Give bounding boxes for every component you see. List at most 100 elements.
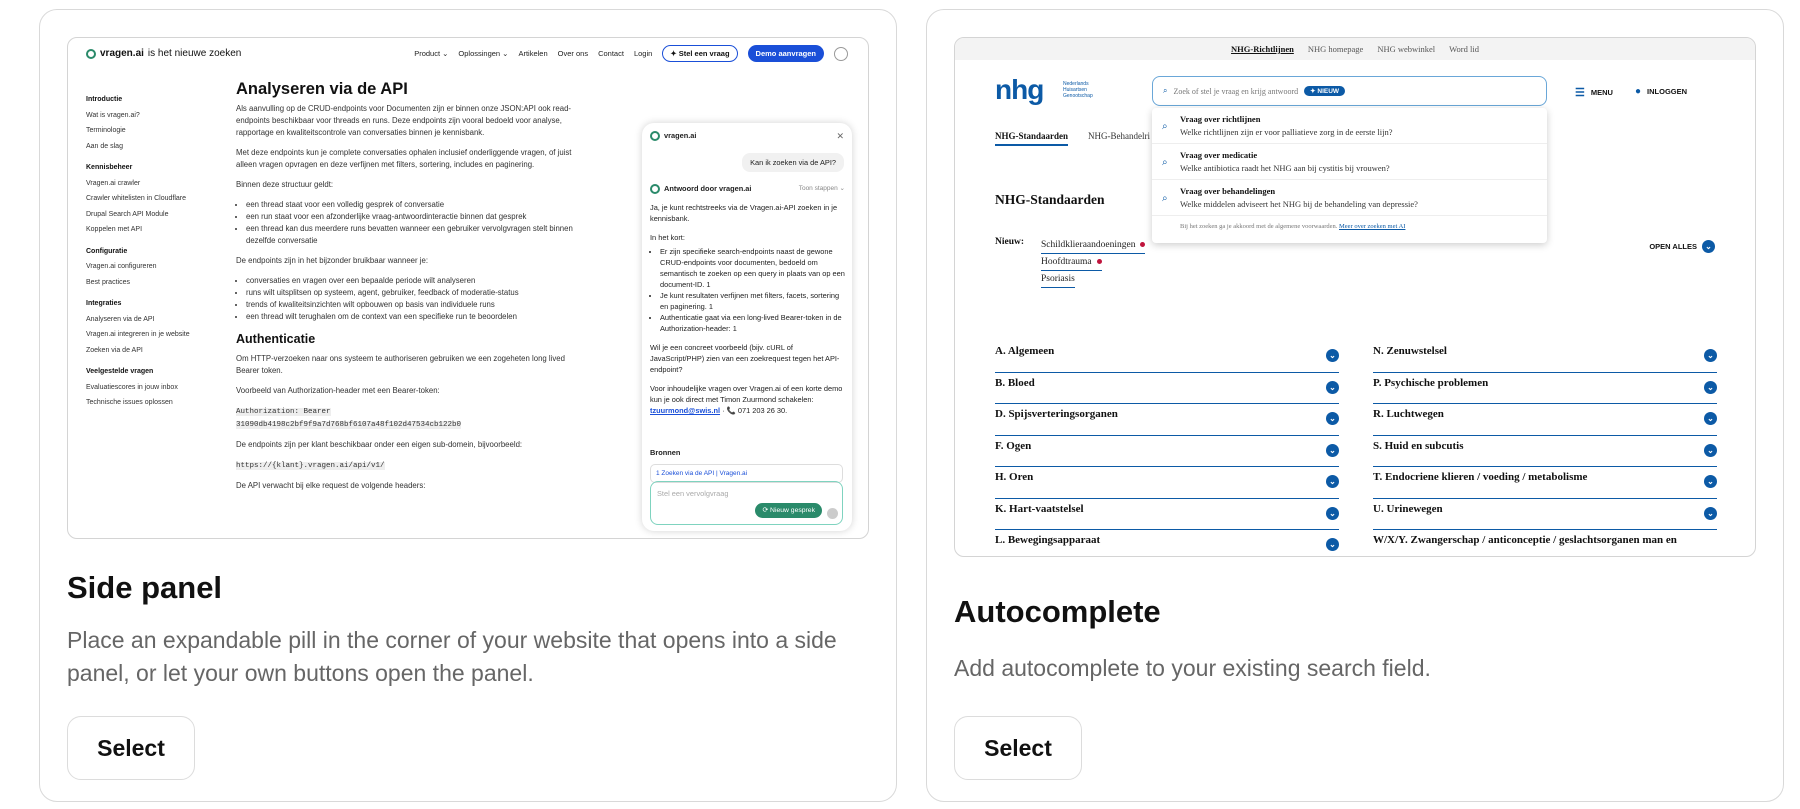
autocomplete-card: NHG-Richtlijnen NHG homepage NHG webwink… — [926, 9, 1784, 802]
select-side-panel-button[interactable]: Select — [67, 716, 195, 780]
autocomplete-preview: NHG-Richtlijnen NHG homepage NHG webwink… — [954, 37, 1756, 557]
category-item: U. Urinewegen ⌄ — [1373, 499, 1717, 530]
sidebar-link: Best practices — [86, 278, 130, 286]
nav-product: Product ⌄ — [414, 49, 449, 58]
ask-pill: ✦ Stel een vraag — [662, 45, 738, 62]
sidebar-link: Zoeken via de API — [86, 346, 143, 354]
category-item: L. Bewegingsapparaat ⌄ — [995, 530, 1339, 556]
chat-question: Kan ik zoeken via de API? — [742, 153, 844, 172]
chevron-down-icon: ⌄ — [1704, 380, 1717, 394]
card-title: Side panel — [67, 570, 223, 605]
article-paragraph: Binnen deze structuur geldt: — [236, 180, 334, 189]
nhg-tabs: NHG-Standaarden NHG-Behandelri — [995, 131, 1150, 146]
nhg-logo-subtitle: Nederlands Huisartsen Genootschap — [1063, 81, 1093, 99]
sidebar-link: Vragen.ai configureren — [86, 263, 157, 270]
nhg-search-field: ⌕ Zoek of stel je vraag en krijg antwoor… — [1152, 76, 1547, 106]
article-paragraph: De endpoints zijn per klant beschikbaar … — [236, 440, 523, 449]
card-description: Add autocomplete to your existing search… — [954, 655, 1431, 681]
chevron-down-icon: ⌄ — [1704, 443, 1717, 457]
code-snippet: Authorization: Bearer — [236, 408, 331, 416]
vragen-logo-icon — [650, 183, 660, 194]
preview-nav: Product ⌄ Oplossingen ⌄ Artikelen Over o… — [414, 45, 848, 62]
category-item: K. Hart-vaatstelsel ⌄ — [995, 499, 1339, 530]
article-paragraph: Als aanvulling op de CRUD-endpoints voor… — [236, 104, 572, 137]
category-item: S. Huid en subcutis ⌄ — [1373, 436, 1717, 467]
sidebar-link: Vragen.ai crawler — [86, 179, 141, 187]
chevron-down-icon: ⌄ — [1704, 506, 1717, 520]
chat-input: Stel een vervolgvraag ⟳ Nieuw gesprek — [650, 481, 843, 525]
chevron-down-icon: ⌄ — [1326, 412, 1339, 425]
chevron-down-icon: ⌄ — [1704, 349, 1717, 362]
category-item: T. Endocriene klieren / voeding / metabo… — [1373, 467, 1717, 499]
sidebar-heading: Introductie — [86, 96, 123, 103]
suggestion-item: ⌕ Vraag over medicatie Welke antibiotica r… — [1152, 144, 1547, 180]
category-item: D. Spijsverteringsorganen ⌄ — [995, 404, 1339, 436]
autocomplete-dropdown: ⌕ Vraag over richtlijnen Welke richtlijnen… — [1152, 108, 1547, 243]
category-item: A. Algemeen ⌄ — [995, 341, 1339, 373]
preview-article: Analyseren via de API Als aanvulling op … — [236, 81, 581, 500]
user-icon: ● — [1635, 86, 1642, 97]
article-paragraph: De API verwacht bij elke request de volg… — [236, 481, 426, 490]
category-item: B. Bloed ⌄ — [995, 373, 1339, 404]
new-badge: ✦ NIEUW — [1304, 86, 1346, 96]
globe-icon — [834, 46, 848, 61]
vragen-logo-icon — [650, 130, 660, 141]
send-icon — [827, 508, 838, 519]
sidebar-link: Technische issues oplossen — [86, 399, 173, 406]
chevron-down-icon: ⌄ — [1704, 475, 1717, 488]
chevron-down-icon: ⌄ — [1704, 412, 1717, 425]
new-conversation-pill: ⟳ Nieuw gesprek — [755, 503, 822, 518]
code-snippet: 31090db4198c2bf9f9a7d768bf6107a48f102d47… — [236, 421, 462, 429]
nhg-category-grid: A. Algemeen ⌄ N. Zenuwstelsel ⌄ B. Bloed ⌄ … — [995, 341, 1717, 556]
search-icon: ⌕ — [1162, 157, 1168, 168]
sidebar-heading: Kennisbeheer — [86, 164, 133, 171]
article-subtitle: Authenticatie — [236, 332, 316, 346]
sidebar-link: Drupal Search API Module — [86, 210, 169, 218]
sidebar-link: Analyseren via de API — [86, 315, 155, 323]
sidebar-link: Aan de slag — [86, 142, 123, 150]
article-paragraph: De endpoints zijn in het bijzonder bruik… — [236, 256, 429, 265]
chevron-down-icon: ⌄ — [1702, 240, 1715, 253]
search-icon: ⌕ — [1162, 193, 1168, 204]
nhg-menu: ☰ MENU — [1575, 87, 1613, 99]
search-icon: ⌕ — [1163, 86, 1168, 95]
nav-login: Login — [633, 49, 653, 58]
article-paragraph: Met deze endpoints kun je complete conve… — [236, 148, 572, 169]
sidebar-link: Terminologie — [86, 127, 126, 134]
vragen-logo-icon — [86, 48, 96, 59]
nhg-logo: nhg — [995, 74, 1044, 105]
chevron-down-icon: ⌄ — [1326, 506, 1339, 520]
card-description: Place an expandable pill in the corner o… — [67, 627, 837, 686]
nhg-new-items: Schildklieraandoeningen Hoofdtrauma Psor… — [1041, 237, 1146, 288]
preview-sidebar: Introductie Wat is vragen.ai? Terminolog… — [86, 86, 216, 411]
chevron-down-icon: ⌄ — [1326, 349, 1339, 362]
select-autocomplete-button[interactable]: Select — [954, 716, 1082, 780]
chevron-down-icon: ⌄ — [1326, 538, 1339, 551]
article-list: een thread staat voor een volledig gespr… — [246, 199, 581, 247]
suggestion-item: ⌕ Vraag over behandelingen Welke middelen … — [1152, 180, 1547, 216]
sidebar-link: Evaluatiescores in jouw inbox — [86, 383, 178, 391]
chat-answer: Antwoord door vragen.ai Toon stappen ⌄ Ja… — [650, 183, 845, 424]
sidebar-link: Wat is vragen.ai? — [86, 111, 140, 119]
vragen-logo: vragen.ai is het nieuwe zoeken — [86, 48, 241, 59]
sidebar-link: Koppelen met API — [86, 226, 143, 233]
chevron-down-icon: ⌄ — [1326, 380, 1339, 394]
chevron-down-icon: ⌄ — [1326, 475, 1339, 488]
nhg-top-bar: NHG-Richtlijnen NHG homepage NHG webwink… — [955, 38, 1755, 60]
side-panel-chat: vragen.ai ✕ Kan ik zoeken via de API? An… — [642, 123, 852, 531]
side-panel-preview: vragen.ai is het nieuwe zoeken Product ⌄… — [67, 37, 869, 539]
nhg-new-label: Nieuw: — [995, 237, 1025, 247]
article-paragraph: Om HTTP-verzoeken naar ons systeem te au… — [236, 354, 565, 375]
category-item: P. Psychische problemen ⌄ — [1373, 373, 1717, 404]
card-title: Autocomplete — [954, 594, 1161, 629]
sidebar-link: Crawler whitelisten in Cloudflare — [86, 195, 186, 202]
article-paragraph: Voorbeeld van Authorization-header met e… — [236, 386, 440, 395]
open-all: OPEN ALLES ⌄ — [1649, 240, 1715, 253]
close-icon: ✕ — [836, 131, 844, 141]
menu-icon: ☰ — [1575, 87, 1585, 99]
chevron-down-icon: ⌄ — [1326, 443, 1339, 457]
search-icon: ⌕ — [1162, 121, 1168, 132]
nav-oplossingen: Oplossingen ⌄ — [458, 49, 509, 58]
nhg-login: ● INLOGGEN — [1635, 86, 1688, 97]
sidebar-heading: Integraties — [86, 300, 122, 307]
